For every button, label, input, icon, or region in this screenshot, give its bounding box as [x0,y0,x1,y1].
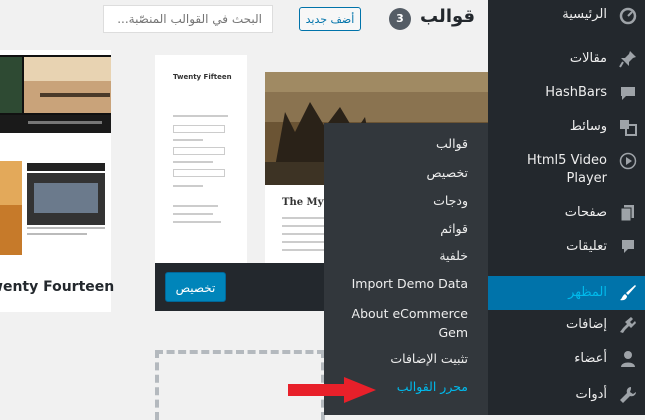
sidebar-item-hashbars[interactable]: HashBars [488,78,645,110]
wrench-icon [620,387,636,403]
submenu-item-import-demo-data[interactable]: Import Demo Data [352,276,468,291]
pages-icon [620,205,634,222]
media-icon [620,120,637,136]
preview-sidebar: Twenty Fifteen [155,55,245,263]
theme-count-badge: 3 [389,8,411,30]
chat-bubble-icon [621,87,635,100]
theme-name-label: Twenty Fourteen [0,279,115,295]
plugins-icon [620,317,636,333]
sidebar-item-label: المظهر [568,285,607,300]
sidebar-item-label: وسائط [569,119,607,134]
sidebar-item-label: HashBars [545,85,607,100]
sidebar-item-label: صفحات [564,205,607,220]
users-icon [621,351,635,367]
submenu-item-themes[interactable]: قوالب [436,136,468,151]
pin-icon [619,51,636,68]
submenu-item-customize[interactable]: تخصيص [427,165,468,180]
red-arrow-icon [288,377,376,403]
search-input[interactable] [103,5,273,33]
sidebar-item-label: Html5 Video Player [527,153,607,186]
sidebar-item-label: مقالات [569,51,607,66]
submenu-item-install-plugins[interactable]: تثبيت الإضافات [390,351,468,366]
appearance-brush-icon [620,285,636,301]
customize-button[interactable]: تخصيص [165,272,226,302]
submenu-item-widgets[interactable]: ودجات [433,193,468,208]
sidebar-item-comments[interactable]: تعليقات [488,232,645,264]
dashboard-icon [619,7,637,25]
submenu-item-about-ecommerce-gem[interactable]: About eCommerce Gem [338,304,468,342]
sidebar-item-media[interactable]: وسائط [488,112,645,144]
appearance-submenu: قوالب تخصيص ودجات قوائم خلفية Import Dem… [324,123,488,415]
sidebar-item-appearance[interactable]: المظهر [488,276,645,310]
comment-icon [622,240,634,253]
sidebar-item-html5-video-player[interactable]: Html5 Video Player [488,150,645,194]
sidebar-item-label: الرئيسية [562,7,607,22]
sidebar-item-dashboard[interactable]: الرئيسية [488,0,645,32]
preview-site-title: Twenty Fifteen [173,73,232,81]
sidebar-item-label: أعضاء [574,351,607,366]
page-title: قوالب [420,6,476,27]
sidebar-item-label: أدوات [575,387,607,402]
sidebar-item-users[interactable]: أعضاء [488,344,645,376]
sidebar-item-plugins[interactable]: إضافات [488,310,645,342]
sidebar-item-posts[interactable]: مقالات [488,44,645,76]
sidebar-item-tools[interactable]: أدوات [488,380,645,412]
sidebar-item-label: تعليقات [566,239,607,254]
theme-screenshot-twenty-fourteen[interactable] [0,55,111,255]
submenu-item-theme-editor[interactable]: محرر القوالب [397,379,468,394]
submenu-item-background[interactable]: خلفية [439,248,468,263]
add-new-button[interactable]: أضف جديد [299,7,361,31]
submenu-item-menus[interactable]: قوائم [440,221,468,236]
theme-name-twenty-fourteen: Twenty Fourteen [0,262,115,312]
sidebar-item-pages[interactable]: صفحات [488,198,645,230]
admin-sidebar: الرئيسية مقالات HashBars وسائط Html5 Vid… [488,0,645,415]
play-circle-icon [619,152,637,170]
sidebar-item-label: إضافات [565,317,607,332]
